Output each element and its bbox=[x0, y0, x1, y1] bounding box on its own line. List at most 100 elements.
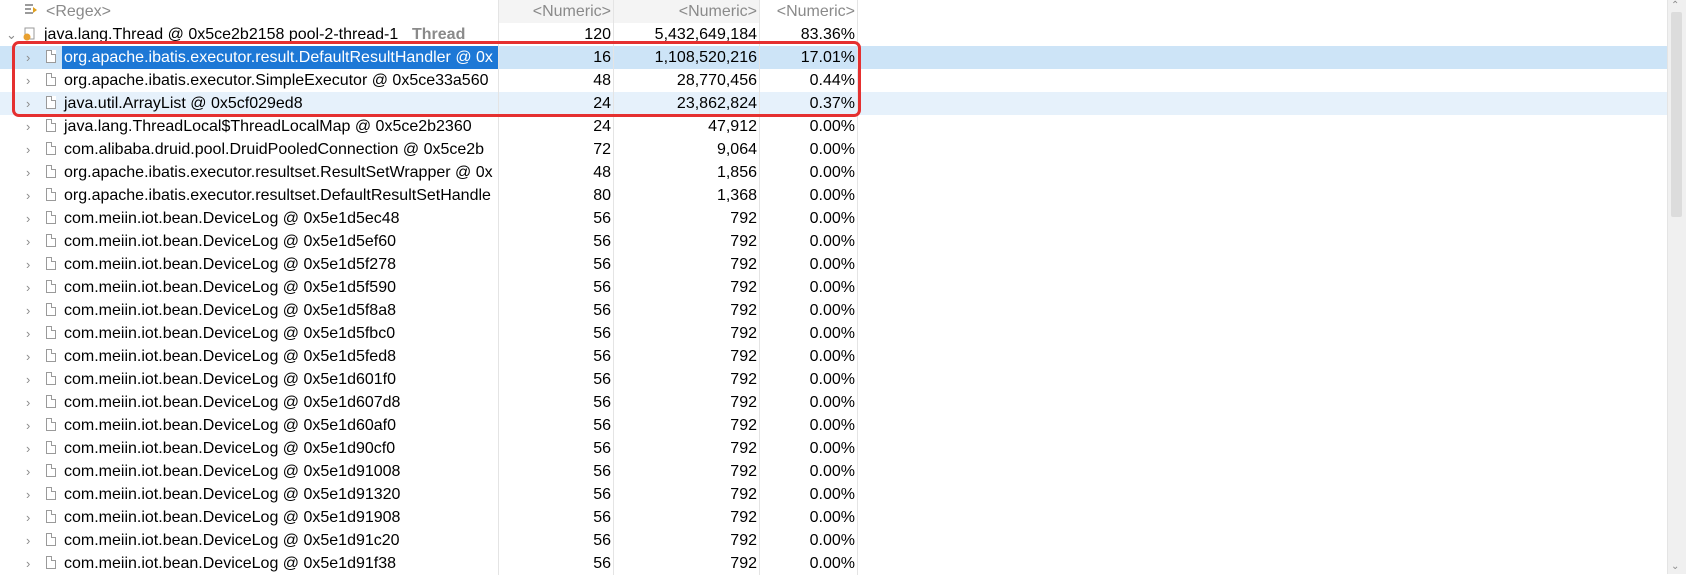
object-icon bbox=[46, 257, 56, 270]
numeric-filter-3[interactable]: <Numeric> bbox=[760, 0, 858, 23]
filter-icon bbox=[25, 4, 37, 14]
object-icon bbox=[46, 510, 56, 523]
retained-heap-cell: 792 bbox=[614, 299, 760, 322]
numeric-filter-2[interactable]: <Numeric> bbox=[614, 0, 760, 23]
shallow-heap-cell: 56 bbox=[499, 483, 614, 506]
regex-filter-cell[interactable]: <Regex> bbox=[0, 0, 499, 23]
table-row[interactable]: › com.meiin.iot.bean.DeviceLog @ 0x5e1d60… bbox=[0, 414, 1668, 437]
chevron-right-icon[interactable]: › bbox=[26, 276, 30, 299]
table-row[interactable]: › org.apache.ibatis.executor.result.Defau… bbox=[0, 46, 1668, 69]
chevron-right-icon[interactable]: › bbox=[26, 552, 30, 575]
chevron-right-icon[interactable]: › bbox=[26, 138, 30, 161]
regex-filter-input[interactable]: <Regex> bbox=[46, 0, 111, 23]
chevron-right-icon[interactable]: › bbox=[26, 253, 30, 276]
object-name-cell: › com.meiin.iot.bean.DeviceLog @ 0x5e1d91… bbox=[0, 460, 499, 483]
object-name: com.meiin.iot.bean.DeviceLog @ 0x5e1d5f5… bbox=[64, 279, 396, 296]
chevron-right-icon[interactable]: › bbox=[26, 322, 30, 345]
heap-tree-table[interactable]: <Regex> <Numeric> <Numeric> <Numeric> ⌄ … bbox=[0, 0, 1668, 575]
table-row[interactable]: › com.meiin.iot.bean.DeviceLog @ 0x5e1d91… bbox=[0, 483, 1668, 506]
object-name: com.meiin.iot.bean.DeviceLog @ 0x5e1d91f… bbox=[64, 555, 396, 572]
shallow-heap-cell: 56 bbox=[499, 207, 614, 230]
chevron-right-icon[interactable]: › bbox=[26, 529, 30, 552]
chevron-right-icon[interactable]: › bbox=[26, 115, 30, 138]
chevron-down-icon[interactable]: ⌄ bbox=[6, 23, 17, 46]
table-row[interactable]: › com.alibaba.druid.pool.DruidPooledConne… bbox=[0, 138, 1668, 161]
object-icon bbox=[46, 418, 56, 431]
scroll-up-icon[interactable]: ⌃ bbox=[1671, 0, 1679, 11]
object-name: org.apache.ibatis.executor.result.Defaul… bbox=[62, 46, 498, 69]
filter-header-row: <Regex> <Numeric> <Numeric> <Numeric> bbox=[0, 0, 1668, 23]
table-row[interactable]: › com.meiin.iot.bean.DeviceLog @ 0x5e1d5f… bbox=[0, 345, 1668, 368]
object-icon bbox=[46, 556, 56, 569]
chevron-right-icon[interactable]: › bbox=[26, 437, 30, 460]
chevron-right-icon[interactable]: › bbox=[26, 161, 30, 184]
object-name: com.meiin.iot.bean.DeviceLog @ 0x5e1d5ec… bbox=[64, 210, 400, 227]
chevron-right-icon[interactable]: › bbox=[26, 460, 30, 483]
table-row[interactable]: › com.meiin.iot.bean.DeviceLog @ 0x5e1d91… bbox=[0, 552, 1668, 575]
table-row[interactable]: › com.meiin.iot.bean.DeviceLog @ 0x5e1d5f… bbox=[0, 299, 1668, 322]
table-row[interactable]: › com.meiin.iot.bean.DeviceLog @ 0x5e1d5f… bbox=[0, 253, 1668, 276]
object-name-cell: › com.meiin.iot.bean.DeviceLog @ 0x5e1d60… bbox=[0, 368, 499, 391]
object-icon bbox=[46, 165, 56, 178]
retained-heap-cell: 792 bbox=[614, 230, 760, 253]
chevron-right-icon[interactable]: › bbox=[26, 368, 30, 391]
table-row[interactable]: › com.meiin.iot.bean.DeviceLog @ 0x5e1d60… bbox=[0, 368, 1668, 391]
object-name-cell: › com.meiin.iot.bean.DeviceLog @ 0x5e1d60… bbox=[0, 414, 499, 437]
scrollbar-thumb[interactable] bbox=[1671, 12, 1682, 217]
chevron-right-icon[interactable]: › bbox=[26, 391, 30, 414]
chevron-right-icon[interactable]: › bbox=[26, 506, 30, 529]
object-icon bbox=[46, 96, 56, 109]
shallow-heap-cell: 56 bbox=[499, 276, 614, 299]
numeric-filter-1[interactable]: <Numeric> bbox=[499, 0, 614, 23]
retained-heap-cell: 792 bbox=[614, 414, 760, 437]
shallow-heap-cell: 80 bbox=[499, 184, 614, 207]
chevron-right-icon[interactable]: › bbox=[26, 207, 30, 230]
table-row[interactable]: › com.meiin.iot.bean.DeviceLog @ 0x5e1d60… bbox=[0, 391, 1668, 414]
chevron-right-icon[interactable]: › bbox=[26, 184, 30, 207]
object-name: org.apache.ibatis.executor.SimpleExecuto… bbox=[64, 72, 489, 89]
chevron-right-icon[interactable]: › bbox=[26, 483, 30, 506]
table-row[interactable]: › org.apache.ibatis.executor.SimpleExecut… bbox=[0, 69, 1668, 92]
chevron-right-icon[interactable]: › bbox=[26, 414, 30, 437]
table-row[interactable]: › com.meiin.iot.bean.DeviceLog @ 0x5e1d5f… bbox=[0, 276, 1668, 299]
object-name: com.meiin.iot.bean.DeviceLog @ 0x5e1d607… bbox=[64, 394, 401, 411]
table-row[interactable]: › com.meiin.iot.bean.DeviceLog @ 0x5e1d91… bbox=[0, 460, 1668, 483]
chevron-right-icon[interactable]: › bbox=[26, 69, 30, 92]
shallow-heap-cell: 72 bbox=[499, 138, 614, 161]
retained-heap-cell: 792 bbox=[614, 552, 760, 575]
table-row[interactable]: › com.meiin.iot.bean.DeviceLog @ 0x5e1d5e… bbox=[0, 230, 1668, 253]
retained-heap-cell: 23,862,824 bbox=[614, 92, 760, 115]
table-row[interactable]: › com.meiin.iot.bean.DeviceLog @ 0x5e1d5e… bbox=[0, 207, 1668, 230]
chevron-right-icon[interactable]: › bbox=[26, 299, 30, 322]
object-name: com.meiin.iot.bean.DeviceLog @ 0x5e1d91c… bbox=[64, 532, 400, 549]
retained-heap-cell: 792 bbox=[614, 276, 760, 299]
table-row[interactable]: › com.meiin.iot.bean.DeviceLog @ 0x5e1d90… bbox=[0, 437, 1668, 460]
table-row[interactable]: › org.apache.ibatis.executor.resultset.De… bbox=[0, 184, 1668, 207]
shallow-heap-cell: 56 bbox=[499, 322, 614, 345]
chevron-right-icon[interactable]: › bbox=[26, 230, 30, 253]
table-row[interactable]: › com.meiin.iot.bean.DeviceLog @ 0x5e1d91… bbox=[0, 529, 1668, 552]
thread-shallow: 120 bbox=[499, 23, 614, 46]
shallow-heap-cell: 56 bbox=[499, 437, 614, 460]
table-row[interactable]: › java.util.ArrayList @ 0x5cf029ed8 24 23,8… bbox=[0, 92, 1668, 115]
table-row[interactable]: › org.apache.ibatis.executor.resultset.Re… bbox=[0, 161, 1668, 184]
retained-heap-cell: 792 bbox=[614, 437, 760, 460]
object-icon bbox=[46, 211, 56, 224]
table-row[interactable]: › com.meiin.iot.bean.DeviceLog @ 0x5e1d5f… bbox=[0, 322, 1668, 345]
object-name: com.meiin.iot.bean.DeviceLog @ 0x5e1d90c… bbox=[64, 440, 396, 457]
chevron-right-icon[interactable]: › bbox=[26, 345, 30, 368]
object-icon bbox=[46, 119, 56, 132]
retained-heap-cell: 792 bbox=[614, 391, 760, 414]
vertical-scrollbar[interactable]: ⌃ ⌄ bbox=[1667, 0, 1686, 574]
table-row[interactable]: › java.lang.ThreadLocal$ThreadLocalMap @ … bbox=[0, 115, 1668, 138]
chevron-right-icon[interactable]: › bbox=[26, 46, 30, 69]
thread-root-row[interactable]: ⌄ java.lang.Thread @ 0x5ce2b2158 pool-2-… bbox=[0, 23, 1668, 46]
object-name: com.meiin.iot.bean.DeviceLog @ 0x5e1d5ef… bbox=[64, 233, 396, 250]
chevron-right-icon[interactable]: › bbox=[26, 92, 30, 115]
object-name-cell: › org.apache.ibatis.executor.resultset.Re… bbox=[0, 161, 499, 184]
percentage-cell: 0.00% bbox=[760, 345, 858, 368]
scroll-down-icon[interactable]: ⌄ bbox=[1671, 561, 1679, 572]
table-row[interactable]: › com.meiin.iot.bean.DeviceLog @ 0x5e1d91… bbox=[0, 506, 1668, 529]
object-icon bbox=[46, 188, 56, 201]
retained-heap-cell: 792 bbox=[614, 506, 760, 529]
